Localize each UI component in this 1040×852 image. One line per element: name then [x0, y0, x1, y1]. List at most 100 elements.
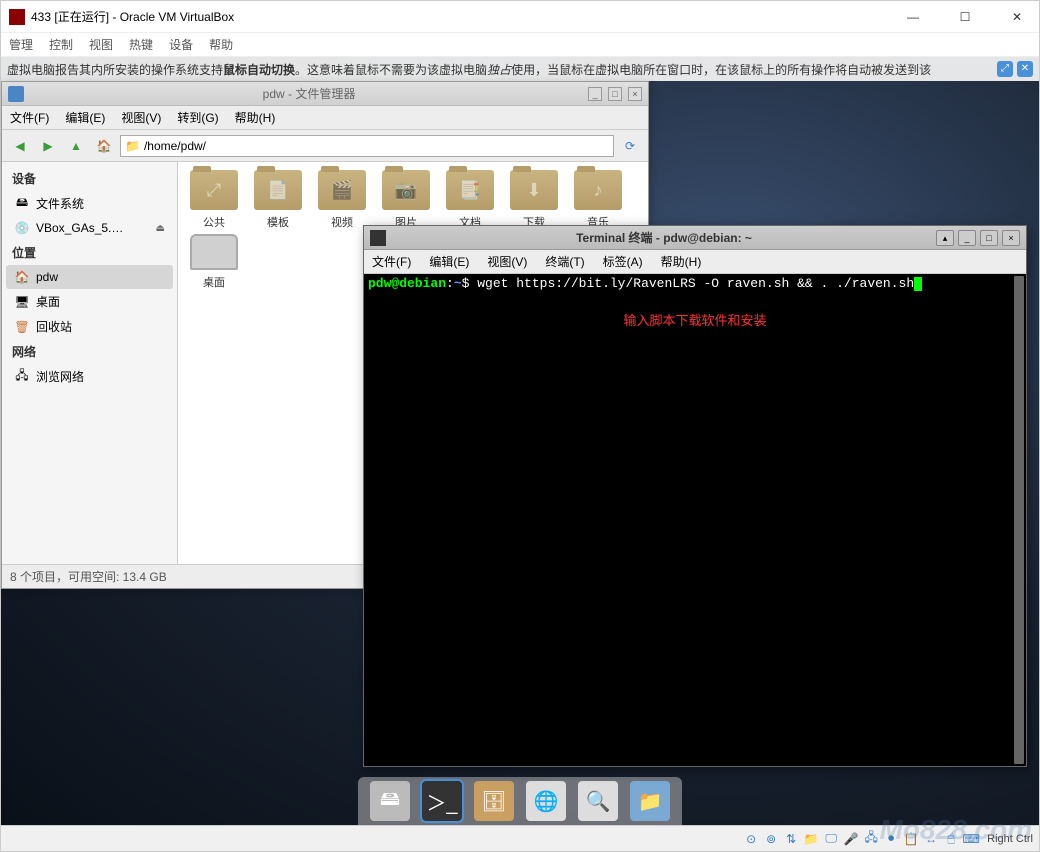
sidebar-label: pdw — [36, 270, 58, 284]
fm-status-text: 8 个项目，可用空间: 13.4 GB — [10, 568, 167, 585]
task-search[interactable]: 🔍 — [578, 781, 618, 821]
term-menu-help[interactable]: 帮助(H) — [661, 253, 702, 270]
term-menu-tabs[interactable]: 标签(A) — [603, 253, 643, 270]
annotation-text: 输入脚本下载软件和安装 — [623, 310, 766, 329]
host-key-label: Right Ctrl — [987, 833, 1033, 845]
nav-up-button[interactable]: ▲ — [64, 134, 88, 158]
sidebar-item-desktop[interactable]: 🖥 桌面 — [6, 289, 173, 314]
virtualbox-window: 433 [正在运行] - Oracle VM VirtualBox — ☐ ✕ … — [0, 0, 1040, 852]
fm-menu-help[interactable]: 帮助(H) — [235, 109, 276, 126]
sidebar-item-vbox-ga[interactable]: 💿 VBox_GAs_5.… ⏏ — [6, 216, 173, 240]
nav-home-button[interactable]: 🏠 — [92, 134, 116, 158]
close-button[interactable]: ✕ — [1003, 7, 1031, 27]
folder-pictures[interactable]: 📷图片 — [378, 170, 434, 230]
info-text-italic: 独占 — [487, 61, 511, 78]
folder-downloads[interactable]: ⬇下载 — [506, 170, 562, 230]
eject-icon[interactable]: ⏏ — [156, 223, 165, 234]
sb-mouse-icon[interactable]: 🖱 — [943, 831, 959, 847]
menu-help[interactable]: 帮助 — [209, 36, 233, 53]
sidebar-item-filesystem[interactable]: 🖴 文件系统 — [6, 191, 173, 216]
fm-close-button[interactable]: × — [628, 87, 642, 101]
task-browser[interactable]: 🌐 — [526, 781, 566, 821]
fm-titlebar[interactable]: pdw - 文件管理器 _ □ × — [2, 82, 648, 106]
info-toggle-icon[interactable]: ⤢ — [997, 61, 1013, 77]
fm-menu-edit[interactable]: 编辑(E) — [65, 109, 105, 126]
desktop-icon: 🖥 — [14, 294, 30, 310]
folder-label: 模板 — [267, 217, 289, 229]
terminal-content[interactable]: pdw@debian:~$ wget https://bit.ly/RavenL… — [364, 274, 1026, 766]
sb-clip-icon[interactable]: 📋 — [903, 831, 919, 847]
info-text-pre: 虚拟电脑报告其内所安装的操作系统支持 — [7, 61, 223, 78]
menu-view[interactable]: 视图 — [89, 36, 113, 53]
fm-menu-view[interactable]: 视图(V) — [121, 109, 161, 126]
fm-toolbar: ◀ ▶ ▲ 🏠 📁 /home/pdw/ ⟳ — [2, 130, 648, 162]
term-menu-file[interactable]: 文件(F) — [372, 253, 411, 270]
sb-display-icon[interactable]: 🖵 — [823, 831, 839, 847]
menu-control[interactable]: 控制 — [49, 36, 73, 53]
term-menubar: 文件(F) 编辑(E) 视图(V) 终端(T) 标签(A) 帮助(H) — [364, 250, 1026, 274]
guest-taskbar: 🖴 ＞_ 🗄 🌐 🔍 📁 — [358, 777, 682, 825]
scrollbar-thumb[interactable] — [1014, 276, 1024, 764]
folder-icon: 📁 — [125, 139, 140, 153]
folder-videos[interactable]: 🎬视频 — [314, 170, 370, 230]
sb-keyboard-icon[interactable]: ⌨ — [963, 831, 979, 847]
info-close-icon[interactable]: ✕ — [1017, 61, 1033, 77]
menu-devices[interactable]: 设备 — [169, 36, 193, 53]
guest-screen[interactable]: 虚拟电脑报告其内所安装的操作系统支持 鼠标自动切换 。这意味着鼠标不需要为该虚拟… — [1, 57, 1039, 825]
task-terminal[interactable]: ＞_ — [422, 781, 462, 821]
sidebar-label: 桌面 — [36, 293, 60, 310]
refresh-button[interactable]: ⟳ — [618, 134, 642, 158]
sb-dnd-icon[interactable]: ↔ — [923, 831, 939, 847]
fm-maximize-button[interactable]: □ — [608, 87, 622, 101]
folder-label: 桌面 — [203, 277, 225, 289]
sb-rec-icon[interactable]: ⏺ — [883, 831, 899, 847]
network-icon: 🖧 — [14, 369, 30, 385]
terminal-scrollbar[interactable] — [1014, 276, 1024, 764]
fm-menu-goto[interactable]: 转到(G) — [177, 109, 218, 126]
path-text: /home/pdw/ — [144, 139, 206, 153]
term-menu-terminal[interactable]: 终端(T) — [545, 253, 584, 270]
task-folder[interactable]: 📁 — [630, 781, 670, 821]
term-close-button[interactable]: × — [1002, 230, 1020, 246]
nav-back-button[interactable]: ◀ — [8, 134, 32, 158]
term-rollup-button[interactable]: ▴ — [936, 230, 954, 246]
sb-network-icon[interactable]: 🖧 — [863, 831, 879, 847]
folder-templates[interactable]: 📄模板 — [250, 170, 306, 230]
task-filemanager[interactable]: 🖴 — [370, 781, 410, 821]
info-text-mid: 。这意味着鼠标不需要为该虚拟电脑 — [295, 61, 487, 78]
fm-app-icon — [8, 86, 24, 102]
task-files[interactable]: 🗄 — [474, 781, 514, 821]
sb-usb-icon[interactable]: ⇅ — [783, 831, 799, 847]
minimize-button[interactable]: — — [899, 7, 927, 27]
sidebar-label: 文件系统 — [36, 195, 84, 212]
sidebar-item-trash[interactable]: 🗑 回收站 — [6, 314, 173, 339]
vbox-info-bar: 虚拟电脑报告其内所安装的操作系统支持 鼠标自动切换 。这意味着鼠标不需要为该虚拟… — [1, 57, 1039, 81]
term-menu-view[interactable]: 视图(V) — [487, 253, 527, 270]
term-minimize-button[interactable]: _ — [958, 230, 976, 246]
vbox-icon — [9, 9, 25, 25]
folder-label: 视频 — [331, 217, 353, 229]
sb-audio-icon[interactable]: 🎤 — [843, 831, 859, 847]
fm-menu-file[interactable]: 文件(F) — [10, 109, 49, 126]
sidebar-label: 浏览网络 — [36, 368, 84, 385]
maximize-button[interactable]: ☐ — [951, 7, 979, 27]
menu-hotkey[interactable]: 热键 — [129, 36, 153, 53]
menu-manage[interactable]: 管理 — [9, 36, 33, 53]
sidebar-item-browse-network[interactable]: 🖧 浏览网络 — [6, 364, 173, 389]
folder-desktop[interactable]: 桌面 — [186, 234, 242, 290]
fm-minimize-button[interactable]: _ — [588, 87, 602, 101]
sb-hdd-icon[interactable]: ⊙ — [743, 831, 759, 847]
folder-public[interactable]: ⤢公共 — [186, 170, 242, 230]
vbox-titlebar: 433 [正在运行] - Oracle VM VirtualBox — ☐ ✕ — [1, 1, 1039, 33]
sidebar-item-pdw[interactable]: 🏠 pdw — [6, 265, 173, 289]
folder-documents[interactable]: 📑文档 — [442, 170, 498, 230]
folder-music[interactable]: ♪音乐 — [570, 170, 626, 230]
term-menu-edit[interactable]: 编辑(E) — [429, 253, 469, 270]
nav-forward-button[interactable]: ▶ — [36, 134, 60, 158]
term-titlebar[interactable]: Terminal 终端 - pdw@debian: ~ ▴ _ □ × — [364, 226, 1026, 250]
path-bar[interactable]: 📁 /home/pdw/ — [120, 135, 614, 157]
term-maximize-button[interactable]: □ — [980, 230, 998, 246]
sb-optical-icon[interactable]: ⊚ — [763, 831, 779, 847]
home-icon: 🏠 — [14, 269, 30, 285]
sb-shared-icon[interactable]: 📁 — [803, 831, 819, 847]
